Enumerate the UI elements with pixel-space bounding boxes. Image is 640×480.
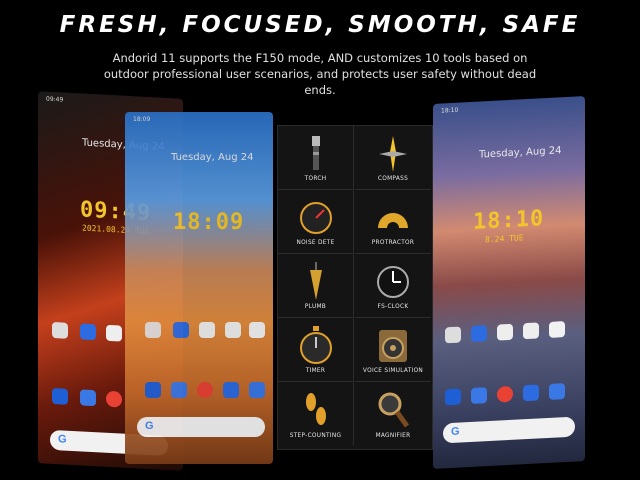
google-icon: G: [451, 425, 460, 439]
lockscreen-clock: 18:10: [473, 206, 545, 235]
tool-plumb[interactable]: PLUMB: [278, 254, 354, 318]
play-store-icon[interactable]: [549, 321, 565, 338]
tool-label: NOISE DETE: [296, 240, 335, 246]
tools-panel: TORCH COMPASS NOISE DETE PROTRACTOR PLUM…: [277, 125, 433, 450]
tool-label: TIMER: [305, 368, 326, 374]
lockscreen-date: Tuesday, Aug 24: [171, 152, 254, 163]
phone-app-icon[interactable]: [145, 382, 161, 398]
app-icon[interactable]: [106, 324, 122, 342]
tool-label: PROTRACTOR: [371, 240, 415, 246]
phone-app-icon[interactable]: [52, 387, 68, 405]
tool-timer[interactable]: TIMER: [278, 318, 354, 382]
contacts-app-icon[interactable]: [223, 382, 239, 398]
lockscreen-date: Tuesday, Aug 24: [479, 145, 562, 161]
tool-label: STEP-COUNTING: [289, 433, 342, 439]
tool-step-counting[interactable]: STEP-COUNTING: [278, 382, 354, 446]
tool-label: FS-CLOCK: [377, 304, 409, 310]
tool-torch[interactable]: TORCH: [278, 126, 354, 190]
lockscreen-clock: 18:09: [173, 210, 245, 235]
noise-meter-icon: [300, 202, 332, 234]
chrome-app-icon[interactable]: [497, 385, 513, 403]
phone-app-icon[interactable]: [445, 388, 461, 406]
tool-label: MAGNIFIER: [375, 433, 411, 439]
app-folder-icon[interactable]: [52, 321, 68, 339]
tool-protractor[interactable]: PROTRACTOR: [355, 190, 431, 254]
search-bar[interactable]: G: [443, 416, 575, 444]
app-folder-icon[interactable]: [145, 322, 161, 338]
stopwatch-icon: [300, 326, 332, 364]
torch-icon: [312, 136, 320, 170]
app-icon[interactable]: [225, 322, 241, 338]
video-app-icon[interactable]: [80, 323, 96, 341]
app-icon[interactable]: [497, 323, 513, 341]
tool-label: PLUMB: [304, 304, 327, 310]
chrome-app-icon[interactable]: [106, 390, 122, 408]
app-icon[interactable]: [199, 322, 215, 338]
video-app-icon[interactable]: [471, 325, 487, 342]
tool-voice-simulation[interactable]: VOICE SIMULATION: [355, 318, 431, 382]
compass-icon: [379, 136, 407, 172]
messages-app-icon[interactable]: [171, 382, 187, 398]
status-time: 18:09: [133, 116, 151, 123]
protractor-icon: [378, 213, 408, 228]
contacts-app-icon[interactable]: [523, 384, 539, 402]
right-phone-screen: 18:10 Tuesday, Aug 24 18:10 8.24 TUE G: [433, 96, 585, 469]
app-icon[interactable]: [523, 322, 539, 340]
tool-fs-clock[interactable]: FS-CLOCK: [355, 254, 431, 318]
tool-noise-dete[interactable]: NOISE DETE: [278, 190, 354, 254]
tool-compass[interactable]: COMPASS: [355, 126, 431, 190]
headline: FRESH, FOCUSED, SMOOTH, SAFE: [59, 12, 581, 38]
middle-phone-screen: 18:09 Tuesday, Aug 24 18:09 G: [125, 112, 273, 464]
video-app-icon[interactable]: [173, 322, 189, 338]
subtitle: Andorid 11 supports the F150 mode, AND c…: [103, 51, 537, 97]
play-store-icon[interactable]: [249, 322, 265, 338]
messages-app-icon[interactable]: [80, 389, 96, 407]
tool-magnifier[interactable]: MAGNIFIER: [355, 382, 431, 446]
lockscreen-date-line: 8.24 TUE: [485, 233, 524, 245]
status-time: 18:10: [441, 106, 459, 115]
clock-icon: [377, 266, 409, 298]
google-icon: G: [58, 433, 67, 446]
magnifier-icon: [378, 392, 409, 428]
tool-label: COMPASS: [377, 176, 409, 182]
chrome-app-icon[interactable]: [197, 382, 213, 398]
status-time: 09:49: [46, 95, 64, 104]
search-bar[interactable]: G: [137, 417, 265, 437]
google-icon: G: [145, 420, 154, 432]
app-folder-icon[interactable]: [445, 326, 461, 344]
messages-app-icon[interactable]: [471, 387, 487, 404]
tool-label: VOICE SIMULATION: [362, 368, 424, 374]
tool-label: TORCH: [304, 176, 327, 182]
camera-app-icon[interactable]: [249, 382, 265, 398]
camera-app-icon[interactable]: [549, 383, 565, 400]
footprints-icon: [306, 393, 326, 425]
speaker-icon: [379, 330, 407, 362]
plumb-bob-icon: [310, 262, 322, 300]
